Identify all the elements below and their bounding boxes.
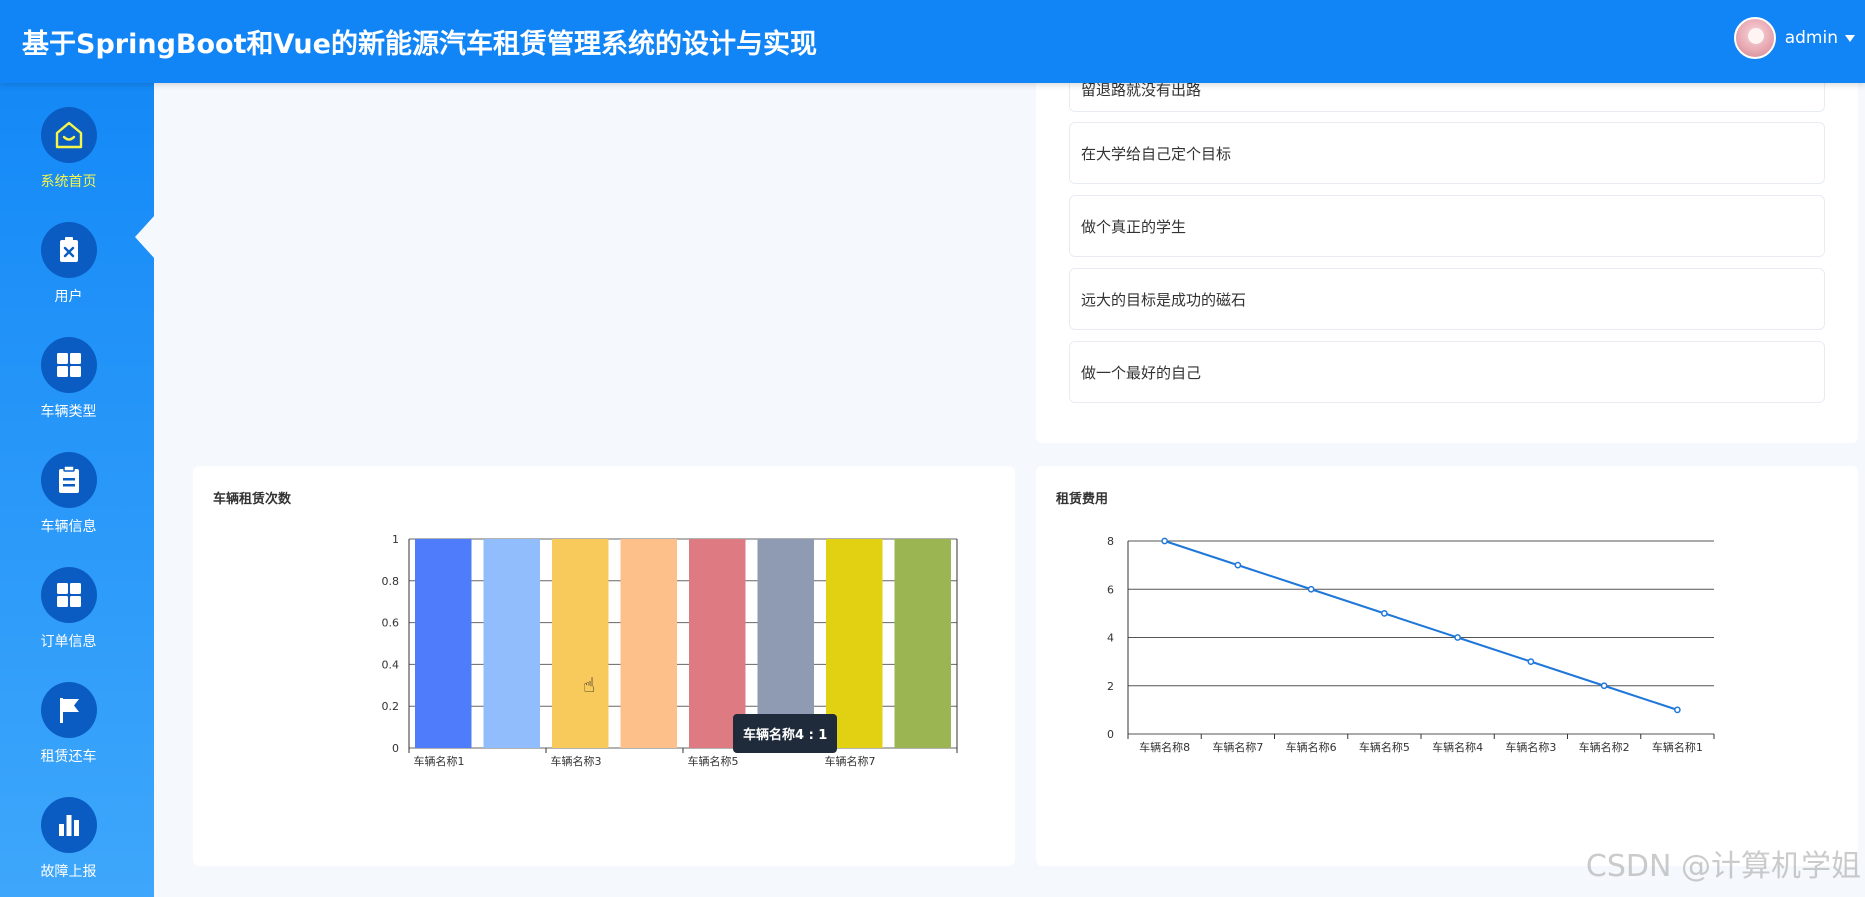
bar xyxy=(620,539,677,748)
y-tick-label: 0 xyxy=(1107,728,1114,741)
news-title: 做一个最好的自己 xyxy=(1081,363,1202,382)
data-point xyxy=(1234,561,1242,569)
sidebar-item-rental-return[interactable]: 租赁还车 xyxy=(0,682,137,787)
sidebar-item-home[interactable]: 系统首页 xyxy=(0,107,137,212)
data-point xyxy=(1161,537,1168,545)
sidebar-item-label: 故障上报 xyxy=(40,864,97,880)
x-tick-label: 车辆名称5 xyxy=(1359,740,1410,754)
bar xyxy=(415,539,472,748)
bar-chart-icon xyxy=(40,797,97,853)
y-tick-label: 6 xyxy=(1107,583,1114,596)
sidebar-item-vehicle-type[interactable]: 车辆类型 xyxy=(0,337,137,442)
rental-fee-card: 租赁费用 0 2 4 6 8 车辆名称8 车辆名称7 车辆名称6 车辆名称5 车辆名称4 车辆名称3… xyxy=(1036,466,1858,866)
rental-count-card: 车辆租赁次数 0 0.2 0.4 0.6 0.8 1 车辆名称1 车辆名称3 车辆名称5 车辆名称… xyxy=(193,466,1015,866)
list-item[interactable]: 做个真正的学生 xyxy=(1069,195,1825,257)
username[interactable]: admin xyxy=(1785,28,1838,48)
x-tick-label: 车辆名称1 xyxy=(1652,740,1703,754)
chart-tooltip: 车辆名称4 : 1 xyxy=(733,714,838,753)
y-tick-label: 0.4 xyxy=(382,658,400,671)
news-title: 在大学给自己定个目标 xyxy=(1081,144,1232,163)
x-tick-label: 车辆名称6 xyxy=(1286,740,1337,754)
x-tick-label: 车辆名称7 xyxy=(825,754,876,768)
x-tick-label: 车辆名称1 xyxy=(414,754,465,768)
y-tick-label: 0.8 xyxy=(382,575,400,588)
sidebar-item-label: 系统首页 xyxy=(40,174,97,190)
bar xyxy=(894,539,951,748)
grid-icon xyxy=(40,337,97,393)
app-title: 基于SpringBoot和Vue的新能源汽车租赁管理系统的设计与实现 xyxy=(22,29,817,60)
user-menu[interactable]: admin xyxy=(1733,17,1855,59)
active-indicator xyxy=(135,215,155,259)
y-tick-label: 1 xyxy=(392,533,399,546)
x-tick-label: 车辆名称4 xyxy=(1432,740,1483,754)
sidebar-item-label: 租赁还车 xyxy=(40,749,97,765)
home-icon xyxy=(40,107,97,163)
bar xyxy=(552,539,609,748)
x-tick-label: 车辆名称3 xyxy=(551,754,602,768)
caret-down-icon[interactable] xyxy=(1845,34,1855,42)
news-card: 留退路就没有出路 在大学给自己定个目标 做个真正的学生 远大的目标是成功的磁石 … xyxy=(1036,73,1858,443)
clipboard-x-icon xyxy=(40,222,97,278)
sidebar: 系统首页 用户 车辆类型 车辆信息 订单信息 租赁还车 故障上报 xyxy=(0,83,155,897)
data-point xyxy=(1674,706,1681,714)
x-tick-label: 车辆名称7 xyxy=(1212,740,1263,754)
list-item[interactable]: 在大学给自己定个目标 xyxy=(1069,122,1825,184)
sidebar-item-user[interactable]: 用户 xyxy=(0,222,137,327)
y-tick-label: 0 xyxy=(392,742,399,755)
rental-count-chart: 0 0.2 0.4 0.6 0.8 1 车辆名称1 车辆名称3 车辆名称5 车辆名称7 xyxy=(382,533,958,768)
main-content: 留退路就没有出路 在大学给自己定个目标 做个真正的学生 远大的目标是成功的磁石 … xyxy=(154,73,1865,897)
data-point xyxy=(1600,682,1608,690)
flag-icon xyxy=(40,682,97,738)
sidebar-item-fault-report[interactable]: 故障上报 xyxy=(0,797,137,897)
list-item[interactable]: 远大的目标是成功的磁石 xyxy=(1069,268,1825,330)
x-tick-label: 车辆名称5 xyxy=(688,754,739,768)
sidebar-item-order-info[interactable]: 订单信息 xyxy=(0,567,137,672)
x-tick-label: 车辆名称8 xyxy=(1139,740,1190,754)
rental-fee-chart: 0 2 4 6 8 车辆名称8 车辆名称7 车辆名称6 车辆名称5 车辆名称4 车辆名称3 车辆名称2… xyxy=(1107,535,1715,754)
sidebar-item-vehicle-info[interactable]: 车辆信息 xyxy=(0,452,137,557)
news-title: 做个真正的学生 xyxy=(1081,217,1187,236)
bar xyxy=(483,539,540,748)
news-title: 远大的目标是成功的磁石 xyxy=(1081,290,1247,309)
data-point xyxy=(1454,634,1461,641)
grid-icon xyxy=(40,567,97,623)
x-tick-label: 车辆名称3 xyxy=(1505,740,1556,754)
watermark: CSDN @计算机学姐 xyxy=(1585,849,1861,884)
top-header: 基于SpringBoot和Vue的新能源汽车租赁管理系统的设计与实现 admin xyxy=(0,0,1865,83)
sidebar-item-label: 车辆类型 xyxy=(40,404,97,420)
avatar[interactable] xyxy=(1733,17,1776,59)
document-icon xyxy=(40,452,97,508)
y-tick-label: 4 xyxy=(1107,632,1114,645)
data-point xyxy=(1307,585,1315,593)
y-tick-label: 8 xyxy=(1107,535,1114,548)
data-point xyxy=(1527,658,1535,665)
sidebar-item-label: 车辆信息 xyxy=(40,519,97,535)
hand-cursor-icon: ☝ xyxy=(583,673,596,697)
list-item[interactable]: 做一个最好的自己 xyxy=(1069,341,1825,403)
series-line xyxy=(1164,540,1678,711)
sidebar-item-label: 订单信息 xyxy=(40,634,97,650)
y-tick-label: 2 xyxy=(1107,680,1114,693)
x-tick-label: 车辆名称2 xyxy=(1579,740,1630,754)
y-tick-label: 0.2 xyxy=(382,700,400,713)
data-point xyxy=(1381,610,1388,617)
sidebar-item-label: 用户 xyxy=(54,289,83,305)
y-tick-label: 0.6 xyxy=(382,617,400,630)
